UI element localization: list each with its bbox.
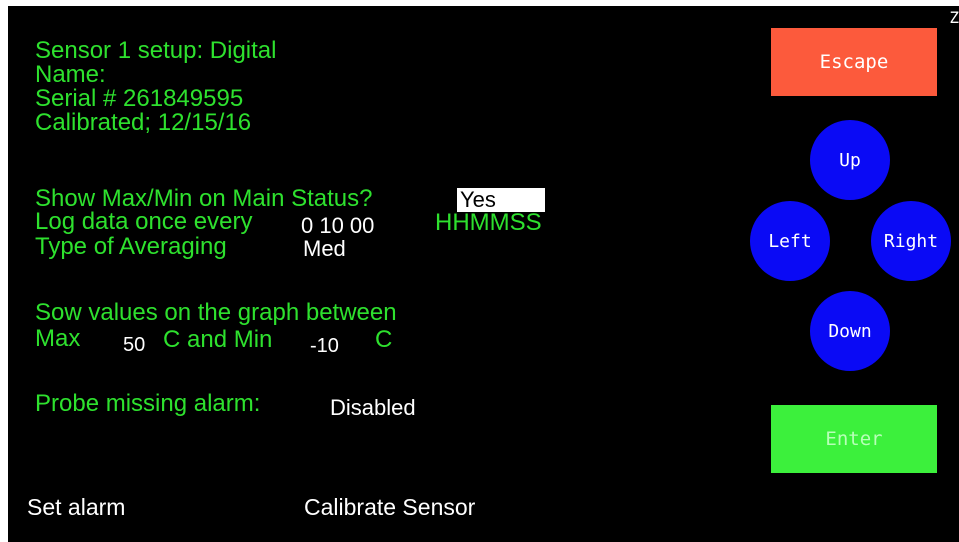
- up-button[interactable]: Up: [810, 120, 890, 200]
- right-button[interactable]: Right: [871, 201, 951, 281]
- graph-min-value[interactable]: -10: [310, 334, 339, 358]
- log-interval-value[interactable]: 0 10 00: [301, 214, 374, 238]
- probe-missing-label: Probe missing alarm:: [35, 390, 261, 417]
- probe-missing-value[interactable]: Disabled: [330, 396, 416, 420]
- left-button[interactable]: Left: [750, 201, 830, 281]
- graph-max-label: Max: [35, 325, 81, 352]
- sensor-setup-line: Sensor 1 setup: Digital: [35, 37, 277, 64]
- graph-middle-label: C and Min: [163, 326, 273, 353]
- enter-button[interactable]: Enter: [771, 405, 937, 473]
- corner-glyph: Z: [949, 8, 959, 27]
- averaging-value[interactable]: Med: [303, 237, 346, 261]
- set-alarm-link[interactable]: Set alarm: [27, 495, 125, 519]
- escape-button[interactable]: Escape: [771, 28, 937, 96]
- sensor-name-line: Name:: [35, 61, 106, 88]
- graph-unit: C: [375, 326, 393, 353]
- sensor-serial-line: Serial # 261849595: [35, 85, 244, 112]
- log-interval-unit: HHMMSS: [435, 209, 542, 236]
- device-screen: Z Sensor 1 setup: Digital Name: Serial #…: [8, 6, 959, 542]
- calibrate-sensor-link[interactable]: Calibrate Sensor: [304, 495, 475, 519]
- averaging-label: Type of Averaging: [35, 233, 227, 260]
- sensor-calibrated-line: Calibrated; 12/15/16: [35, 109, 252, 136]
- down-button[interactable]: Down: [810, 291, 890, 371]
- log-interval-label: Log data once every: [35, 208, 253, 235]
- graph-max-value[interactable]: 50: [123, 333, 145, 357]
- graph-range-heading: Sow values on the graph between: [35, 299, 397, 326]
